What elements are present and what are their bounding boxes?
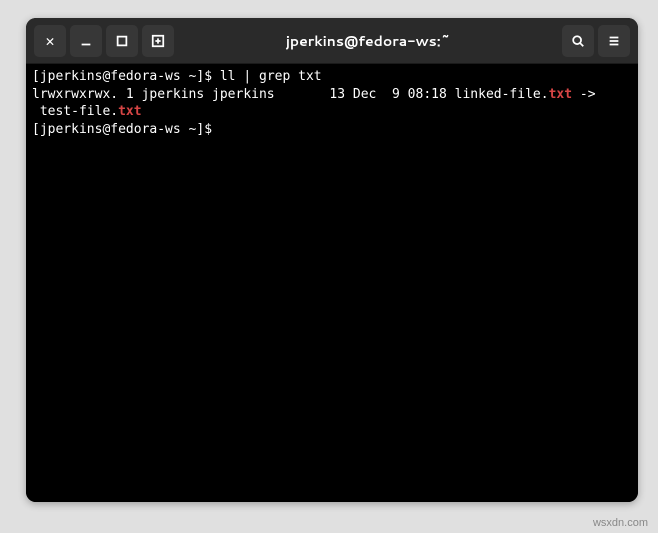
prompt-line-2: [jperkins@fedora-ws ~]$ [32,121,632,139]
prompt-bracket: [ [32,69,40,84]
titlebar-right-controls [562,25,630,57]
prompt-close: ]$ [196,122,212,137]
close-icon: ✕ [45,32,54,50]
hamburger-icon [607,34,621,48]
prompt-close: ]$ [196,69,212,84]
minimize-icon [79,34,93,48]
search-icon [571,34,585,48]
search-button[interactable] [562,25,594,57]
prompt-userhost: jperkins@fedora-ws ~ [40,122,197,137]
ls-output: lrwxrwxrwx. 1 jperkins jperkins 13 Dec 9… [32,87,549,102]
menu-button[interactable] [598,25,630,57]
maximize-icon [115,34,129,48]
terminal-window: ✕ jperkins@fedora-ws:~ [jperkins@fedora-… [26,18,638,502]
titlebar: ✕ jperkins@fedora-ws:~ [26,18,638,64]
minimize-button[interactable] [70,25,102,57]
new-tab-icon [151,34,165,48]
grep-match: txt [118,104,141,119]
grep-match: txt [549,87,572,102]
titlebar-left-controls: ✕ [34,25,174,57]
prompt-line-1: [jperkins@fedora-ws ~]$ ll | grep txt [32,68,632,86]
command-text [212,122,220,137]
terminal-output[interactable]: [jperkins@fedora-ws ~]$ ll | grep txtlrw… [26,64,638,502]
ls-output: test-file. [32,104,118,119]
window-title: jperkins@fedora-ws:~ [178,31,558,51]
ls-output-tail: -> [572,87,595,102]
maximize-button[interactable] [106,25,138,57]
prompt-bracket: [ [32,122,40,137]
watermark: wsxdn.com [593,517,648,529]
command-text: ll | grep txt [212,69,322,84]
new-tab-button[interactable] [142,25,174,57]
close-button[interactable]: ✕ [34,25,66,57]
output-line-1: lrwxrwxrwx. 1 jperkins jperkins 13 Dec 9… [32,86,632,104]
prompt-userhost: jperkins@fedora-ws ~ [40,69,197,84]
output-line-2: test-file.txt [32,103,632,121]
